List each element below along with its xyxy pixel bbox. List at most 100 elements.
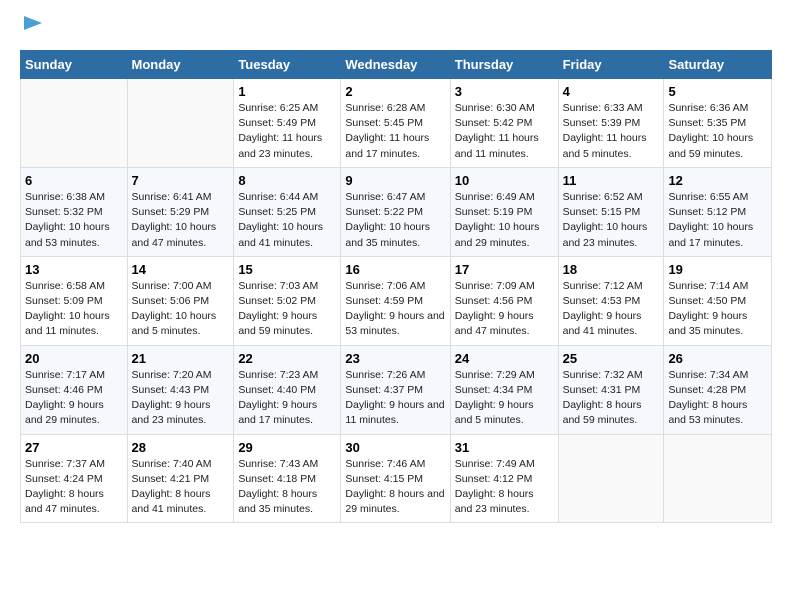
col-header-sunday: Sunday	[21, 51, 128, 79]
day-info: Sunrise: 7:29 AM Sunset: 4:34 PM Dayligh…	[455, 368, 554, 429]
day-info: Sunrise: 6:36 AM Sunset: 5:35 PM Dayligh…	[668, 101, 767, 162]
calendar-cell: 12 Sunrise: 6:55 AM Sunset: 5:12 PM Dayli…	[664, 167, 772, 256]
calendar-cell	[558, 434, 664, 523]
day-number: 6	[25, 173, 123, 188]
col-header-monday: Monday	[127, 51, 234, 79]
col-header-friday: Friday	[558, 51, 664, 79]
logo-arrow-icon	[22, 12, 44, 34]
day-number: 30	[345, 440, 445, 455]
day-number: 12	[668, 173, 767, 188]
day-info: Sunrise: 7:49 AM Sunset: 4:12 PM Dayligh…	[455, 457, 554, 518]
day-number: 4	[563, 84, 660, 99]
calendar-cell: 3 Sunrise: 6:30 AM Sunset: 5:42 PM Daylig…	[450, 79, 558, 168]
calendar-cell	[127, 79, 234, 168]
day-info: Sunrise: 7:34 AM Sunset: 4:28 PM Dayligh…	[668, 368, 767, 429]
calendar-cell: 9 Sunrise: 6:47 AM Sunset: 5:22 PM Daylig…	[341, 167, 450, 256]
day-number: 1	[238, 84, 336, 99]
calendar-cell: 10 Sunrise: 6:49 AM Sunset: 5:19 PM Dayli…	[450, 167, 558, 256]
calendar-cell: 16Sunrise: 7:06 AM Sunset: 4:59 PM Dayli…	[341, 256, 450, 345]
calendar-cell: 4 Sunrise: 6:33 AM Sunset: 5:39 PM Daylig…	[558, 79, 664, 168]
day-info: Sunrise: 7:43 AM Sunset: 4:18 PM Dayligh…	[238, 457, 336, 518]
calendar-cell: 27 Sunrise: 7:37 AM Sunset: 4:24 PM Dayli…	[21, 434, 128, 523]
day-info: Sunrise: 6:30 AM Sunset: 5:42 PM Dayligh…	[455, 101, 554, 162]
day-info: Sunrise: 7:20 AM Sunset: 4:43 PM Dayligh…	[132, 368, 230, 429]
day-number: 11	[563, 173, 660, 188]
day-info: Sunrise: 7:32 AM Sunset: 4:31 PM Dayligh…	[563, 368, 660, 429]
day-number: 2	[345, 84, 445, 99]
day-number: 8	[238, 173, 336, 188]
calendar-cell: 24 Sunrise: 7:29 AM Sunset: 4:34 PM Dayli…	[450, 345, 558, 434]
day-number: 9	[345, 173, 445, 188]
day-number: 5	[668, 84, 767, 99]
day-info: Sunrise: 6:25 AM Sunset: 5:49 PM Dayligh…	[238, 101, 336, 162]
day-info: Sunrise: 7:26 AM Sunset: 4:37 PM Dayligh…	[345, 368, 445, 429]
day-number: 25	[563, 351, 660, 366]
calendar-cell: 15 Sunrise: 7:03 AM Sunset: 5:02 PM Dayli…	[234, 256, 341, 345]
day-info: Sunrise: 6:28 AM Sunset: 5:45 PM Dayligh…	[345, 101, 445, 162]
calendar-table: SundayMondayTuesdayWednesdayThursdayFrid…	[20, 50, 772, 523]
day-info: Sunrise: 7:00 AM Sunset: 5:06 PM Dayligh…	[132, 279, 230, 340]
day-number: 22	[238, 351, 336, 366]
day-info: Sunrise: 6:52 AM Sunset: 5:15 PM Dayligh…	[563, 190, 660, 251]
day-number: 18	[563, 262, 660, 277]
day-info: Sunrise: 6:58 AM Sunset: 5:09 PM Dayligh…	[25, 279, 123, 340]
calendar-cell: 19 Sunrise: 7:14 AM Sunset: 4:50 PM Dayli…	[664, 256, 772, 345]
calendar-cell: 26 Sunrise: 7:34 AM Sunset: 4:28 PM Dayli…	[664, 345, 772, 434]
calendar-cell: 2 Sunrise: 6:28 AM Sunset: 5:45 PM Daylig…	[341, 79, 450, 168]
calendar-cell: 28Sunrise: 7:40 AM Sunset: 4:21 PM Dayli…	[127, 434, 234, 523]
day-number: 7	[132, 173, 230, 188]
day-number: 14	[132, 262, 230, 277]
day-number: 26	[668, 351, 767, 366]
day-number: 3	[455, 84, 554, 99]
day-info: Sunrise: 6:33 AM Sunset: 5:39 PM Dayligh…	[563, 101, 660, 162]
day-info: Sunrise: 6:41 AM Sunset: 5:29 PM Dayligh…	[132, 190, 230, 251]
calendar-cell: 11 Sunrise: 6:52 AM Sunset: 5:15 PM Dayli…	[558, 167, 664, 256]
day-number: 29	[238, 440, 336, 455]
day-number: 31	[455, 440, 554, 455]
col-header-saturday: Saturday	[664, 51, 772, 79]
calendar-cell: 6 Sunrise: 6:38 AM Sunset: 5:32 PM Daylig…	[21, 167, 128, 256]
calendar-cell	[21, 79, 128, 168]
day-number: 15	[238, 262, 336, 277]
day-info: Sunrise: 6:47 AM Sunset: 5:22 PM Dayligh…	[345, 190, 445, 251]
calendar-cell: 5 Sunrise: 6:36 AM Sunset: 5:35 PM Daylig…	[664, 79, 772, 168]
calendar-cell: 1 Sunrise: 6:25 AM Sunset: 5:49 PM Daylig…	[234, 79, 341, 168]
day-info: Sunrise: 6:44 AM Sunset: 5:25 PM Dayligh…	[238, 190, 336, 251]
calendar-cell	[664, 434, 772, 523]
day-info: Sunrise: 7:37 AM Sunset: 4:24 PM Dayligh…	[25, 457, 123, 518]
calendar-cell: 31 Sunrise: 7:49 AM Sunset: 4:12 PM Dayli…	[450, 434, 558, 523]
col-header-wednesday: Wednesday	[341, 51, 450, 79]
day-number: 28	[132, 440, 230, 455]
calendar-cell: 22 Sunrise: 7:23 AM Sunset: 4:40 PM Dayli…	[234, 345, 341, 434]
col-header-tuesday: Tuesday	[234, 51, 341, 79]
day-info: Sunrise: 6:49 AM Sunset: 5:19 PM Dayligh…	[455, 190, 554, 251]
day-number: 27	[25, 440, 123, 455]
calendar-cell: 7 Sunrise: 6:41 AM Sunset: 5:29 PM Daylig…	[127, 167, 234, 256]
day-number: 19	[668, 262, 767, 277]
day-info: Sunrise: 6:55 AM Sunset: 5:12 PM Dayligh…	[668, 190, 767, 251]
calendar-cell: 21 Sunrise: 7:20 AM Sunset: 4:43 PM Dayli…	[127, 345, 234, 434]
logo	[20, 20, 44, 34]
day-number: 24	[455, 351, 554, 366]
day-info: Sunrise: 6:38 AM Sunset: 5:32 PM Dayligh…	[25, 190, 123, 251]
calendar-cell: 23 Sunrise: 7:26 AM Sunset: 4:37 PM Dayli…	[341, 345, 450, 434]
day-number: 10	[455, 173, 554, 188]
calendar-cell: 14 Sunrise: 7:00 AM Sunset: 5:06 PM Dayli…	[127, 256, 234, 345]
day-number: 20	[25, 351, 123, 366]
calendar-cell: 25 Sunrise: 7:32 AM Sunset: 4:31 PM Dayli…	[558, 345, 664, 434]
day-info: Sunrise: 7:14 AM Sunset: 4:50 PM Dayligh…	[668, 279, 767, 340]
calendar-cell: 30 Sunrise: 7:46 AM Sunset: 4:15 PM Dayli…	[341, 434, 450, 523]
day-info: Sunrise: 7:03 AM Sunset: 5:02 PM Dayligh…	[238, 279, 336, 340]
calendar-cell: 29 Sunrise: 7:43 AM Sunset: 4:18 PM Dayli…	[234, 434, 341, 523]
day-number: 17	[455, 262, 554, 277]
day-info: Sunrise: 7:46 AM Sunset: 4:15 PM Dayligh…	[345, 457, 445, 518]
page-header	[20, 20, 772, 34]
calendar-cell: 17 Sunrise: 7:09 AM Sunset: 4:56 PM Dayli…	[450, 256, 558, 345]
col-header-thursday: Thursday	[450, 51, 558, 79]
day-number: 21	[132, 351, 230, 366]
day-number: 13	[25, 262, 123, 277]
day-number: 23	[345, 351, 445, 366]
day-info: Sunrise: 7:23 AM Sunset: 4:40 PM Dayligh…	[238, 368, 336, 429]
day-info: Sunrise: 7:06 AM Sunset: 4:59 PM Dayligh…	[345, 279, 445, 340]
day-info: Sunrise: 7:09 AM Sunset: 4:56 PM Dayligh…	[455, 279, 554, 340]
